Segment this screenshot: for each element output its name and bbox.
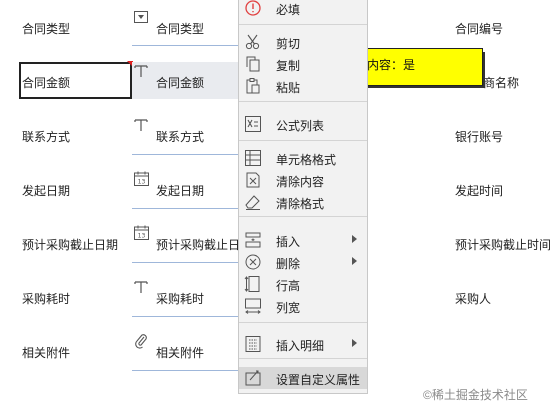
label-contract-number: 合同编号	[455, 22, 504, 36]
menu-separator	[239, 140, 367, 141]
cell-comment-tooltip: 内容：是	[364, 48, 483, 86]
field-underline	[132, 45, 240, 46]
alert-circle-icon	[245, 0, 261, 16]
calendar-icon: 13	[134, 171, 149, 186]
field-start-date[interactable]: 发起日期	[156, 182, 204, 199]
menu-separator	[239, 358, 367, 359]
paperclip-icon	[135, 334, 147, 349]
field-duration[interactable]: 采购耗时	[156, 290, 204, 307]
menu-item-insert[interactable]: 插入	[239, 229, 367, 251]
menu-separator	[239, 322, 367, 323]
label-contract-type: 合同类型	[22, 22, 71, 36]
field-underline	[132, 262, 240, 263]
dropdown-icon[interactable]	[134, 11, 148, 23]
column-width-icon	[245, 298, 261, 314]
field-contract-type[interactable]: 合同类型	[156, 20, 204, 37]
scissors-icon	[245, 34, 260, 50]
tooltip-text: 内容：是	[367, 58, 416, 72]
menu-item-delete[interactable]: 删除	[239, 251, 367, 273]
label-buyer: 采购人	[455, 292, 492, 306]
label-vendor-name: 商名称	[483, 76, 520, 90]
submenu-arrow-icon	[352, 257, 357, 265]
context-menu: 必填 剪切 复制 粘贴 公式列表 单元格格式 清除内容 清除格式 插入 删除 行…	[238, 0, 368, 394]
menu-item-label: 行高	[276, 279, 301, 293]
paste-icon	[246, 78, 260, 94]
label-deadline-date: 预计采购截止日期	[22, 238, 119, 252]
text-field-icon	[134, 281, 148, 293]
field-contract-amount[interactable]: 合同金额	[156, 74, 204, 91]
menu-item-label: 列宽	[276, 301, 301, 315]
menu-item-label: 复制	[276, 59, 301, 73]
field-contact[interactable]: 联系方式	[156, 128, 204, 145]
text-field-icon	[134, 65, 148, 77]
menu-item-label: 插入明细	[276, 339, 325, 353]
insert-detail-icon	[245, 336, 261, 352]
menu-item-custom-property[interactable]: 设置自定义属性	[239, 367, 367, 389]
label-start-time: 发起时间	[455, 184, 504, 198]
menu-item-label: 设置自定义属性	[276, 373, 361, 387]
menu-item-cell-format[interactable]: 单元格格式	[239, 147, 367, 169]
label-contract-amount: 合同金额	[22, 76, 71, 90]
submenu-arrow-icon	[352, 235, 357, 243]
label-contact: 联系方式	[22, 130, 71, 144]
menu-item-label: 插入	[276, 235, 301, 249]
field-underline	[132, 370, 240, 371]
delete-icon	[245, 254, 261, 270]
clear-content-icon	[246, 172, 260, 188]
menu-item-label: 删除	[276, 257, 301, 271]
formula-icon	[245, 116, 261, 132]
menu-separator	[239, 216, 367, 217]
menu-item-label: 清除内容	[276, 175, 325, 189]
menu-item-clear-content[interactable]: 清除内容	[239, 169, 367, 191]
label-attachments: 相关附件	[22, 346, 71, 360]
menu-separator	[239, 24, 367, 25]
menu-item-copy[interactable]: 复制	[239, 53, 367, 75]
menu-item-label: 单元格格式	[276, 153, 337, 167]
row-height-icon	[244, 276, 260, 292]
calendar-icon: 13	[134, 225, 149, 240]
custom-property-icon	[245, 370, 261, 386]
cell-format-icon	[245, 150, 261, 166]
text-field-icon	[134, 119, 148, 131]
menu-item-paste[interactable]: 粘贴	[239, 75, 367, 97]
menu-item-required[interactable]: 必填	[239, 0, 367, 19]
field-underline	[132, 154, 240, 155]
menu-item-cut[interactable]: 剪切	[239, 31, 367, 53]
submenu-arrow-icon	[352, 339, 357, 347]
field-attachments[interactable]: 相关附件	[156, 344, 204, 361]
menu-item-clear-format[interactable]: 清除格式	[239, 191, 367, 213]
menu-item-insert-detail[interactable]: 插入明细	[239, 333, 367, 355]
field-underline	[132, 208, 240, 209]
field-underline	[132, 316, 240, 317]
svg-text:13: 13	[138, 179, 146, 186]
menu-item-row-height[interactable]: 行高	[239, 273, 367, 295]
insert-icon	[245, 232, 261, 248]
copy-icon	[246, 56, 260, 72]
eraser-icon	[245, 195, 260, 210]
label-duration: 采购耗时	[22, 292, 71, 306]
menu-item-label: 粘贴	[276, 81, 301, 95]
menu-item-label: 必填	[276, 3, 301, 17]
menu-item-label: 公式列表	[276, 119, 325, 133]
menu-item-column-width[interactable]: 列宽	[239, 295, 367, 317]
label-bank-account: 银行账号	[455, 130, 504, 144]
label-start-date: 发起日期	[22, 184, 71, 198]
menu-item-label: 剪切	[276, 37, 301, 51]
label-deadline-time: 预计采购截止时间	[455, 238, 552, 252]
menu-item-formula-list[interactable]: 公式列表	[239, 113, 367, 135]
svg-text:13: 13	[138, 233, 146, 240]
watermark: ©稀土掘金技术社区	[423, 388, 528, 402]
menu-separator	[239, 101, 367, 102]
menu-item-label: 清除格式	[276, 197, 325, 211]
